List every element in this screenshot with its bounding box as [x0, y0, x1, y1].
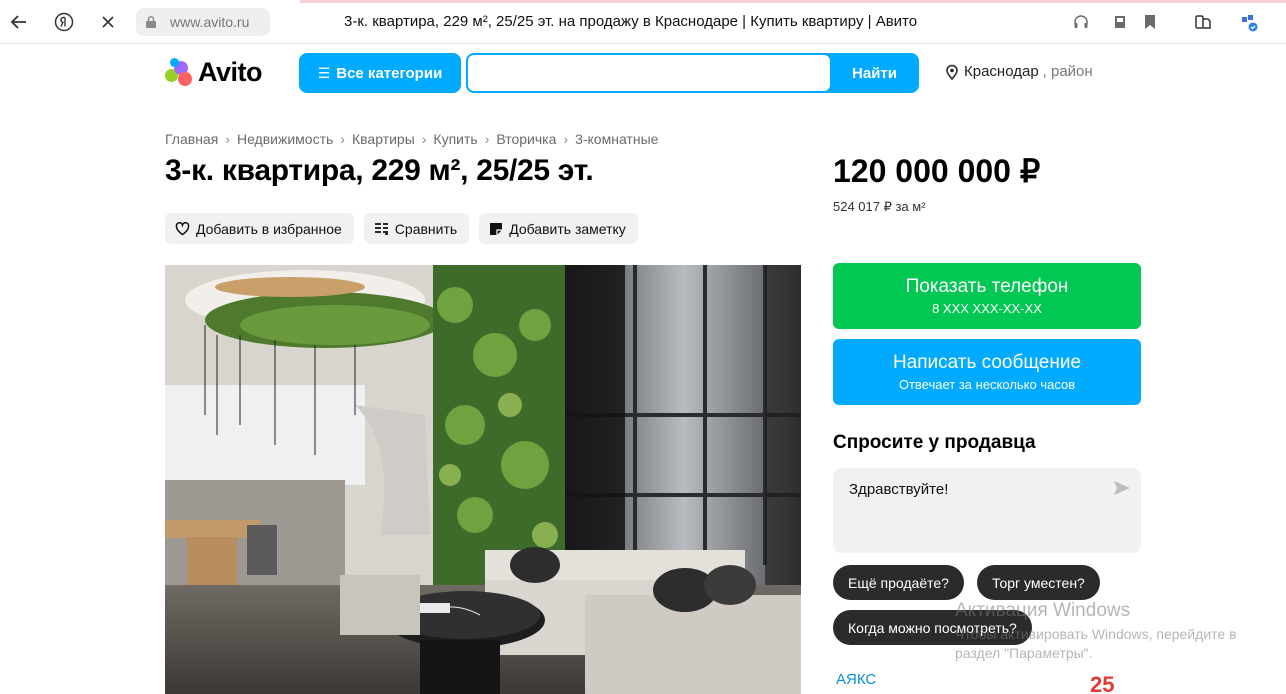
breadcrumb-item[interactable]: Главная	[165, 131, 218, 147]
add-note-label: Добавить заметку	[509, 220, 626, 237]
breadcrumb-item[interactable]: Вторичка	[496, 131, 556, 147]
message-text: Здравствуйте!	[849, 481, 949, 498]
headphones-icon[interactable]	[1070, 11, 1092, 33]
write-message-button[interactable]: Написать сообщение Отвечает за несколько…	[833, 339, 1141, 405]
browser-toolbar: www.avito.ru 3-к. квартира, 229 м², 25/2…	[0, 0, 1286, 44]
breadcrumb-separator: ›	[563, 131, 569, 147]
show-phone-label: Показать телефон	[905, 276, 1069, 297]
listing-title: 3-к. квартира, 229 м², 25/25 эт.	[165, 154, 594, 187]
location-pin-icon	[946, 64, 958, 80]
browser-page-title: 3-к. квартира, 229 м², 25/25 эт. на прод…	[344, 13, 918, 30]
all-categories-label: Все категории	[336, 64, 443, 82]
ask-seller-message-field[interactable]: Здравствуйте!	[833, 468, 1141, 553]
logo-text: Avito	[198, 56, 263, 87]
listing-photo[interactable]	[165, 265, 801, 694]
tab-accent-line	[300, 0, 1286, 3]
bookmark-icon[interactable]	[1139, 11, 1161, 33]
compare-button[interactable]: Сравнить	[363, 213, 470, 244]
note-icon	[490, 222, 503, 235]
location-region: , район	[1042, 63, 1093, 80]
extensions-icon[interactable]	[1238, 11, 1260, 33]
response-time: Отвечает за несколько часов	[898, 377, 1076, 392]
breadcrumb-separator: ›	[225, 131, 230, 147]
breadcrumb-item[interactable]: Купить	[433, 131, 477, 147]
avito-logo-icon	[165, 57, 195, 87]
add-note-button[interactable]: Добавить заметку	[479, 213, 638, 244]
add-to-favorites-button[interactable]: Добавить в избранное	[165, 213, 354, 244]
quick-question-chip[interactable]: Ещё продаёте?	[833, 565, 964, 600]
breadcrumb-item[interactable]: Недвижимость	[237, 131, 333, 147]
phone-mask: 8 XXX XXX-XX-XX	[932, 301, 1042, 316]
price-per-m2: 524 017 ₽ за м²	[833, 199, 926, 214]
search-input[interactable]	[468, 55, 830, 91]
compare-icon	[374, 222, 388, 235]
compare-label: Сравнить	[394, 220, 458, 237]
lock-icon	[146, 16, 156, 28]
breadcrumb: Главная › Недвижимость › Квартиры › Купить ›…	[165, 131, 658, 147]
apartment-interior-image	[165, 265, 801, 694]
listing-actions: Добавить в избранное Сравнить Добавить з…	[165, 213, 638, 244]
address-bar[interactable]: www.avito.ru	[136, 8, 270, 36]
avito-logo[interactable]: Avito	[165, 56, 263, 87]
quick-question-chip[interactable]: Торг уместен?	[977, 565, 1100, 600]
show-phone-button[interactable]: Показать телефон 8 XXX XXX-XX-XX	[833, 263, 1141, 329]
download-icon[interactable]	[1109, 11, 1131, 33]
location-selector[interactable]: Краснодар, район	[945, 63, 1093, 80]
back-icon[interactable]	[6, 9, 32, 35]
breadcrumb-item[interactable]: 3-комнатные	[575, 131, 658, 147]
yandex-icon[interactable]	[51, 9, 77, 35]
heart-icon	[175, 221, 190, 235]
svg-text:25: 25	[1090, 672, 1114, 694]
watermark-line: раздел "Параметры".	[955, 645, 1093, 661]
breadcrumb-separator: ›	[340, 131, 345, 147]
breadcrumb-item[interactable]: Квартиры	[352, 131, 415, 147]
favorites-label: Добавить в избранное	[196, 220, 342, 237]
all-categories-button[interactable]: ☰ Все категории	[299, 53, 461, 93]
write-message-label: Написать сообщение	[892, 352, 1082, 373]
quick-question-chip[interactable]: Когда можно посмотреть?	[833, 610, 1032, 645]
search-bar: Найти	[466, 53, 919, 93]
ask-seller-heading: Спросите у продавца	[833, 432, 1036, 453]
seller-name[interactable]: АЯКС	[836, 671, 876, 688]
years-badge-icon: 25	[1090, 672, 1114, 694]
location-city: Краснодар	[964, 63, 1039, 80]
categories-icon: ☰	[317, 64, 331, 81]
send-icon[interactable]	[1113, 480, 1131, 496]
breadcrumb-separator: ›	[484, 131, 490, 147]
url-text: www.avito.ru	[170, 14, 250, 30]
collections-icon[interactable]	[1192, 11, 1214, 33]
search-button[interactable]: Найти	[830, 53, 919, 93]
close-icon[interactable]	[95, 9, 121, 35]
listing-price: 120 000 000 ₽	[833, 153, 1041, 189]
breadcrumb-separator: ›	[421, 131, 427, 147]
